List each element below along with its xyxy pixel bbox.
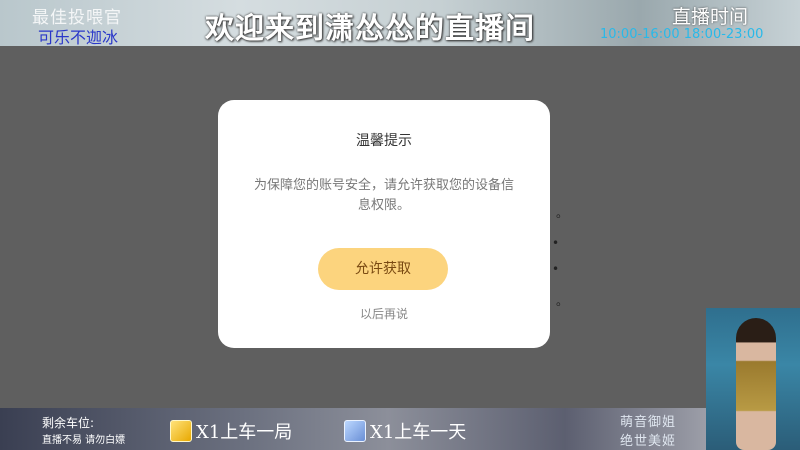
- streamer-figure: [736, 318, 776, 450]
- welcome-banner: 欢迎来到潇怂怂的直播间: [205, 11, 536, 45]
- tag-beauty: 绝世美姬: [620, 434, 677, 449]
- dialog-message: 为保障您的账号安全，请允许获取您的设备信息权限。: [253, 178, 514, 213]
- live-time-label: 直播时间: [672, 6, 749, 28]
- dialog-title: 温馨提示: [356, 133, 412, 149]
- gift-ride-round: X1上车一局: [170, 418, 292, 444]
- tag-voice: 萌音御姐: [620, 415, 677, 430]
- bg-dot: •: [552, 262, 560, 276]
- live-time: 10:00-16:00 18:00-23:00: [600, 27, 764, 42]
- allow-button[interactable]: 允许获取: [318, 248, 448, 290]
- gift-ride-day-label: X1上车一天: [370, 422, 467, 443]
- gift-ride-day: X1上车一天: [344, 418, 466, 444]
- later-link[interactable]: 以后再说: [218, 305, 550, 322]
- seats-note: 直播不易 请勿白嫖: [42, 435, 126, 446]
- top-feeder-name: 可乐不迦冰: [38, 28, 119, 47]
- gift-ride-round-label: X1上车一局: [196, 422, 293, 443]
- permission-dialog: 温馨提示 为保障您的账号安全，请允许获取您的设备信息权限。 允许获取 以后再说: [218, 100, 550, 348]
- ticket-icon: [170, 420, 192, 442]
- bg-dot: 。: [556, 294, 569, 308]
- bg-dot: 。: [556, 206, 569, 220]
- streamer-camera: [706, 308, 800, 450]
- bg-dot: •: [552, 236, 560, 250]
- car-icon: [344, 420, 366, 442]
- seats-label: 剩余车位:: [42, 416, 95, 430]
